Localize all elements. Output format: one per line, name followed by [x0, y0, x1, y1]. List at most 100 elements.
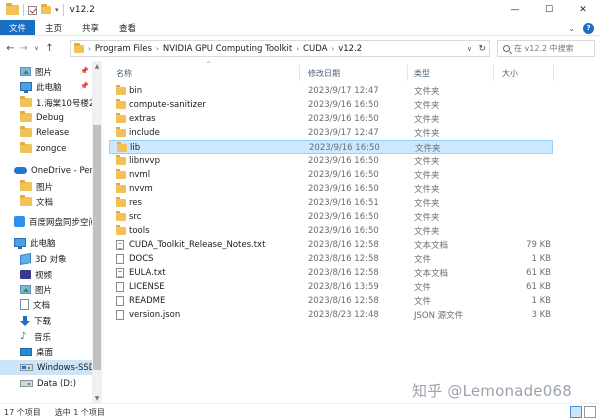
- nav-item-this-pc-quick[interactable]: 此电脑 📌: [0, 79, 92, 94]
- nav-item-haitang[interactable]: 1.海棠10号楼2E: [0, 95, 92, 110]
- this-pc-icon: [14, 238, 26, 249]
- nav-item-zongce[interactable]: zongce: [0, 141, 92, 156]
- file-row[interactable]: DOCS 2023/8/16 12:58 文件 1 KB: [109, 252, 553, 266]
- breadcrumb-cuda[interactable]: CUDA: [303, 44, 327, 54]
- nav-item-downloads[interactable]: 下载: [0, 313, 92, 328]
- column-header-size[interactable]: 大小: [502, 66, 542, 80]
- file-row[interactable]: src 2023/9/16 16:50 文件夹: [109, 210, 553, 224]
- file-type: 文件夹: [415, 144, 441, 154]
- file-row[interactable]: nvvm 2023/9/16 16:50 文件夹: [109, 182, 553, 196]
- nav-item-debug[interactable]: Debug: [0, 110, 92, 125]
- nav-item-release[interactable]: Release: [0, 125, 92, 140]
- folder-icon: [20, 195, 32, 206]
- nav-item-videos[interactable]: 视频: [0, 267, 92, 282]
- file-row[interactable]: extras 2023/9/16 16:50 文件夹: [109, 112, 553, 126]
- file-type: 文件: [414, 283, 432, 293]
- properties-icon[interactable]: [28, 5, 37, 15]
- tab-view[interactable]: 查看: [109, 20, 146, 35]
- chevron-right-icon[interactable]: ›: [156, 45, 159, 53]
- details-view-icon[interactable]: [570, 406, 582, 418]
- column-divider[interactable]: [407, 65, 408, 81]
- help-icon[interactable]: ?: [583, 22, 594, 34]
- expand-ribbon-icon[interactable]: ⌄: [568, 24, 575, 33]
- file-size: [489, 224, 551, 238]
- scrollbar-thumb[interactable]: [93, 125, 101, 370]
- nav-item-documents[interactable]: 文档: [0, 297, 92, 312]
- column-divider[interactable]: [299, 65, 300, 81]
- scroll-up-icon[interactable]: ▲: [92, 61, 102, 71]
- file-date: 2023/9/16 16:50: [309, 143, 380, 153]
- file-date: 2023/8/16 13:59: [308, 282, 379, 292]
- nav-item-3d-objects[interactable]: 3D 对象: [0, 251, 92, 266]
- forward-button[interactable]: →: [17, 37, 30, 59]
- 3d-objects-icon: [20, 252, 31, 265]
- column-divider[interactable]: [493, 65, 494, 81]
- nav-item-desktop[interactable]: 桌面: [0, 344, 92, 359]
- address-dropdown-icon[interactable]: ∨: [467, 41, 472, 56]
- tab-home[interactable]: 主页: [35, 20, 72, 35]
- scroll-down-icon[interactable]: ▼: [92, 393, 102, 403]
- item-count: 17 个项目: [4, 407, 41, 417]
- file-row[interactable]: bin 2023/9/17 12:47 文件夹: [109, 84, 553, 98]
- file-row[interactable]: CUDA_Toolkit_Release_Notes.txt 2023/8/16 …: [109, 238, 553, 252]
- column-header-type[interactable]: 类型: [414, 66, 489, 80]
- nav-item-music[interactable]: ♪ 音乐: [0, 329, 92, 344]
- folder-icon: [116, 127, 126, 137]
- pin-icon[interactable]: 📌: [80, 67, 89, 75]
- file-row[interactable]: compute-sanitizer 2023/9/16 16:50 文件夹: [109, 98, 553, 112]
- file-row[interactable]: version.json 2023/8/23 12:48 JSON 源文件 3 KB: [109, 308, 553, 322]
- folder-icon: [117, 142, 127, 152]
- nav-item-data-d[interactable]: Data (D:): [0, 376, 92, 391]
- file-size: [489, 98, 551, 112]
- up-button[interactable]: ↑: [43, 37, 56, 59]
- chevron-right-icon[interactable]: ›: [296, 45, 299, 53]
- maximize-button[interactable]: ☐: [532, 0, 566, 20]
- window-controls: — ☐ ✕: [498, 0, 600, 20]
- nav-item-pictures[interactable]: 图片: [0, 282, 92, 297]
- nav-item-onedrive-documents[interactable]: 文档: [0, 194, 92, 209]
- recent-locations-icon[interactable]: ∨: [30, 37, 43, 59]
- file-row[interactable]: LICENSE 2023/8/16 13:59 文件 61 KB: [109, 280, 553, 294]
- breadcrumb-v12-2[interactable]: v12.2: [338, 44, 362, 54]
- file-row[interactable]: nvml 2023/9/16 16:50 文件夹: [109, 168, 553, 182]
- nav-item-onedrive[interactable]: OneDrive - Perso: [0, 163, 92, 178]
- tab-share[interactable]: 共享: [72, 20, 109, 35]
- breadcrumb-program-files[interactable]: Program Files: [95, 44, 152, 54]
- breadcrumb-nvidia-toolkit[interactable]: NVIDIA GPU Computing Toolkit: [163, 44, 292, 54]
- large-icons-view-icon[interactable]: [584, 406, 596, 418]
- file-size: 79 KB: [526, 240, 551, 250]
- column-header-date[interactable]: 修改日期: [308, 66, 408, 80]
- column-divider[interactable]: [553, 65, 554, 81]
- new-folder-icon[interactable]: [41, 4, 51, 14]
- nav-item-this-pc[interactable]: 此电脑: [0, 235, 92, 250]
- nav-item-onedrive-pictures[interactable]: 图片: [0, 179, 92, 194]
- folder-icon: [116, 169, 126, 179]
- file-row[interactable]: tools 2023/9/16 16:50 文件夹: [109, 224, 553, 238]
- file-row[interactable]: res 2023/9/16 16:51 文件夹: [109, 196, 553, 210]
- folder-icon[interactable]: [6, 3, 19, 15]
- back-button[interactable]: ←: [4, 37, 17, 59]
- file-row[interactable]: include 2023/9/17 12:47 文件夹: [109, 126, 553, 140]
- nav-item-windows-ssd[interactable]: Windows-SSD (: [0, 360, 92, 375]
- nav-item-baidu-netdisk[interactable]: 百度网盘同步空间: [0, 214, 92, 229]
- file-date: 2023/9/16 16:50: [308, 156, 379, 166]
- file-row-selected[interactable]: lib 2023/9/16 16:50 文件夹: [109, 140, 553, 154]
- customize-toolbar-icon[interactable]: ▾: [55, 6, 59, 14]
- nav-pane-scrollbar[interactable]: ▲ ▼: [92, 61, 102, 403]
- file-row[interactable]: EULA.txt 2023/8/16 12:58 文本文档 61 KB: [109, 266, 553, 280]
- close-button[interactable]: ✕: [566, 0, 600, 20]
- tab-file[interactable]: 文件: [0, 20, 36, 35]
- nav-item-pictures-quick[interactable]: 图片 📌: [0, 64, 92, 79]
- toolbar-divider: [23, 4, 24, 16]
- minimize-button[interactable]: —: [498, 0, 532, 20]
- pin-icon[interactable]: 📌: [80, 82, 89, 90]
- chevron-right-icon[interactable]: ›: [88, 45, 91, 53]
- file-type: 文件夹: [414, 129, 440, 139]
- refresh-icon[interactable]: ↻: [478, 41, 486, 56]
- address-bar[interactable]: › Program Files › NVIDIA GPU Computing T…: [70, 40, 490, 57]
- file-row[interactable]: libnvvp 2023/9/16 16:50 文件夹: [109, 154, 553, 168]
- search-input[interactable]: 在 v12.2 中搜索: [497, 40, 595, 57]
- column-header-name[interactable]: 名称: [116, 66, 296, 80]
- file-row[interactable]: README 2023/8/16 12:58 文件 1 KB: [109, 294, 553, 308]
- chevron-right-icon[interactable]: ›: [331, 45, 334, 53]
